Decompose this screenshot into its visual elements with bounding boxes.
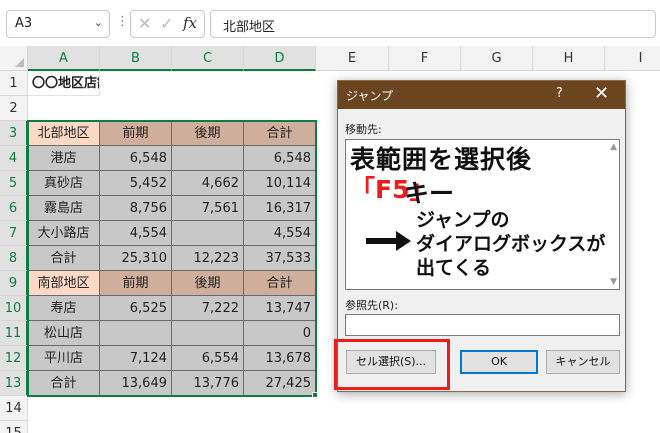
row-header-10[interactable]: 10 [0,296,28,321]
sheet-title[interactable]: 〇〇地区店舗売上高 [28,71,100,96]
arrow-right-icon [366,231,411,251]
name-box[interactable]: A3 ⌄ [6,10,110,38]
column-header-d[interactable]: D [244,46,316,71]
annotation-line-3: 出てくる [416,257,492,279]
reference-label: 参照先(R): [345,299,398,312]
value-cell[interactable] [172,221,244,246]
value-cell[interactable]: 7,124 [100,346,172,371]
check-icon[interactable]: ✓ [160,14,173,33]
value-cell[interactable]: 8,756 [100,196,172,221]
row-header-3[interactable]: 3 [0,121,28,146]
more-options-icon[interactable]: ⋮ [116,14,129,29]
value-cell[interactable]: 10,114 [244,171,316,196]
value-cell[interactable]: 0 [244,321,316,346]
table-header-cell[interactable]: 後期 [172,271,244,296]
column-header-f[interactable]: F [389,46,461,71]
value-cell[interactable]: 16,317 [244,196,316,221]
value-cell[interactable]: 13,747 [244,296,316,321]
row-header-7[interactable]: 7 [0,221,28,246]
chevron-down-icon[interactable]: ⌄ [94,16,103,29]
value-cell[interactable]: 25,310 [100,246,172,271]
value-cell[interactable]: 37,533 [244,246,316,271]
dialog-titlebar[interactable]: ジャンプ ? ✕ [338,81,625,109]
annotation-key-suffix: キー [404,179,455,208]
name-box-value: A3 [15,16,33,31]
column-header-b[interactable]: B [100,46,172,71]
close-icon[interactable]: ✕ [138,14,151,33]
store-name-cell[interactable]: 寿店 [28,296,100,321]
value-cell[interactable]: 27,425 [244,371,316,396]
store-name-cell[interactable]: 松山店 [28,321,100,346]
store-name-cell[interactable]: 大小路店 [28,221,100,246]
row-header-2[interactable]: 2 [0,96,28,121]
scroll-down-icon[interactable]: ▼ [610,277,617,287]
column-header-h[interactable]: H [533,46,605,71]
table-header-cell[interactable]: 前期 [100,271,172,296]
row-header-6[interactable]: 6 [0,196,28,221]
formula-buttons: ✕ ✓ fx [130,10,205,38]
annotation-line-1: ジャンプの [416,209,510,231]
column-header-i[interactable]: I [605,46,660,71]
close-icon[interactable]: ✕ [594,83,609,104]
value-cell[interactable]: 13,776 [172,371,244,396]
value-cell[interactable] [172,321,244,346]
store-name-cell[interactable]: 霧島店 [28,196,100,221]
value-cell[interactable] [172,146,244,171]
value-cell[interactable]: 6,548 [100,146,172,171]
help-button[interactable]: ? [556,86,563,101]
value-cell[interactable]: 4,554 [100,221,172,246]
table-header-cell[interactable]: 北部地区 [28,121,100,146]
value-cell[interactable]: 7,222 [172,296,244,321]
store-name-cell[interactable]: 港店 [28,146,100,171]
reference-input[interactable] [345,314,620,336]
store-name-cell[interactable]: 合計 [28,371,100,396]
column-header-c[interactable]: C [172,46,244,71]
table-header-cell[interactable]: 前期 [100,121,172,146]
row-header-4[interactable]: 4 [0,146,28,171]
row-header-5[interactable]: 5 [0,171,28,196]
table-header-cell[interactable]: 南部地区 [28,271,100,296]
column-header-a[interactable]: A [28,46,100,71]
column-header-e[interactable]: E [316,46,389,71]
value-cell[interactable] [100,321,172,346]
fx-icon[interactable]: fx [183,14,197,32]
value-cell[interactable]: 13,678 [244,346,316,371]
value-cell[interactable]: 4,662 [172,171,244,196]
value-cell[interactable]: 6,548 [244,146,316,171]
fill-handle[interactable] [312,392,318,398]
formula-bar: A3 ⌄ ⋮ ✕ ✓ fx 北部地区 [0,0,660,44]
store-name-cell[interactable]: 真砂店 [28,171,100,196]
dialog-title: ジャンプ [346,89,394,103]
ok-button[interactable]: OK [460,350,538,374]
row-header-13[interactable]: 13 [0,371,28,396]
annotation-line-2: ダイアログボックスが [416,233,606,255]
cancel-button[interactable]: キャンセル [546,350,620,374]
row-header-9[interactable]: 9 [0,271,28,296]
value-cell[interactable]: 6,554 [172,346,244,371]
row-header-15[interactable]: 15 [0,421,28,433]
row-header-12[interactable]: 12 [0,346,28,371]
formula-input[interactable]: 北部地区 [210,10,656,38]
select-all-corner[interactable] [0,46,28,71]
store-name-cell[interactable]: 平川店 [28,346,100,371]
table-header-cell[interactable]: 後期 [172,121,244,146]
table-header-cell[interactable]: 合計 [244,121,316,146]
value-cell[interactable]: 6,525 [100,296,172,321]
row-header-14[interactable]: 14 [0,396,28,421]
value-cell[interactable]: 5,452 [100,171,172,196]
value-cell[interactable]: 13,649 [100,371,172,396]
value-cell[interactable]: 12,223 [172,246,244,271]
highlight-box [334,339,450,390]
table-header-cell[interactable]: 合計 [244,271,316,296]
scroll-up-icon[interactable]: ▲ [610,142,617,152]
row-header-1[interactable]: 1 [0,71,28,96]
formula-value: 北部地区 [223,20,276,35]
store-name-cell[interactable]: 合計 [28,246,100,271]
goto-label: 移動先: [345,123,382,136]
value-cell[interactable]: 4,554 [244,221,316,246]
row-header-11[interactable]: 11 [0,321,28,346]
row-header-8[interactable]: 8 [0,246,28,271]
column-header-g[interactable]: G [461,46,533,71]
value-cell[interactable]: 7,561 [172,196,244,221]
